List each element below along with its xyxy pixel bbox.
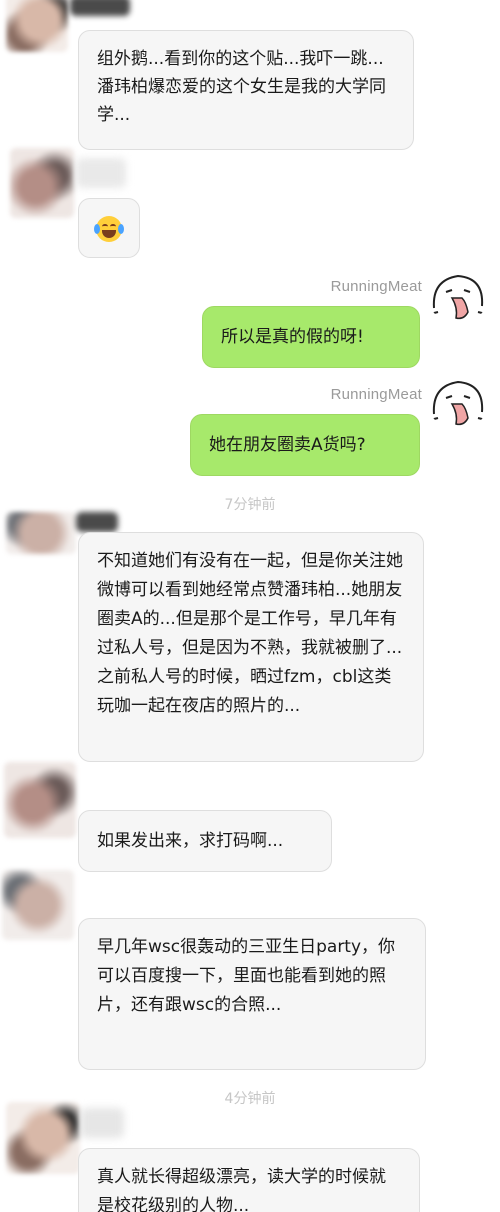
self-avatar[interactable] xyxy=(428,268,488,324)
message-text: 早几年wsc很轰动的三亚生日party，你可以百度搜一下，里面也能看到她的照片，… xyxy=(97,937,396,1015)
contact-avatar[interactable] xyxy=(10,148,74,218)
message-text: 如果发出来，求打码啊... xyxy=(97,831,284,851)
message-bubble[interactable]: 如果发出来，求打码啊... xyxy=(78,810,332,872)
chat-thread: 组外鹅...看到你的这个贴...我吓一跳...潘玮柏爆恋爱的这个女生是我的大学同… xyxy=(0,0,500,1212)
contact-avatar[interactable] xyxy=(6,0,68,52)
message-bubble[interactable]: 早几年wsc很轰动的三亚生日party，你可以百度搜一下，里面也能看到她的照片，… xyxy=(78,918,426,1070)
message-text: 真人就长得超级漂亮，读大学的时候就是校花级别的人物... xyxy=(97,1167,386,1212)
message-bubble[interactable] xyxy=(78,198,140,258)
contact-avatar-edge xyxy=(76,512,118,532)
message-text: 不知道她们有没有在一起，但是你关注她微博可以看到她经常点赞潘玮柏...她朋友圈卖… xyxy=(97,551,403,716)
contact-avatar[interactable] xyxy=(6,512,76,554)
sender-name: RunningMeat xyxy=(330,386,422,403)
contact-avatar-edge xyxy=(70,0,130,16)
message-bubble[interactable]: 真人就长得超级漂亮，读大学的时候就是校花级别的人物... xyxy=(78,1148,420,1212)
contact-avatar[interactable] xyxy=(2,870,74,940)
message-bubble-self[interactable]: 所以是真的假的呀! xyxy=(202,306,420,368)
message-bubble[interactable]: 不知道她们有没有在一起，但是你关注她微博可以看到她经常点赞潘玮柏...她朋友圈卖… xyxy=(78,532,424,762)
sketch-face-icon xyxy=(429,274,487,320)
face-with-tears-of-joy-icon xyxy=(94,216,124,242)
timestamp: 7分钟前 xyxy=(224,497,276,513)
sender-name: RunningMeat xyxy=(330,278,422,295)
sketch-face-icon xyxy=(429,380,487,426)
self-avatar[interactable] xyxy=(428,374,488,430)
contact-avatar[interactable] xyxy=(6,1102,80,1174)
message-bubble[interactable]: 组外鹅...看到你的这个贴...我吓一跳...潘玮柏爆恋爱的这个女生是我的大学同… xyxy=(78,30,414,150)
contact-avatar-edge xyxy=(76,158,126,188)
message-text: 组外鹅...看到你的这个贴...我吓一跳...潘玮柏爆恋爱的这个女生是我的大学同… xyxy=(97,49,386,125)
message-bubble-self[interactable]: 她在朋友圈卖A货吗? xyxy=(190,414,420,476)
message-text: 所以是真的假的呀! xyxy=(221,327,364,347)
message-text: 她在朋友圈卖A货吗? xyxy=(209,435,366,455)
contact-avatar[interactable] xyxy=(4,762,76,838)
contact-avatar-edge xyxy=(80,1108,124,1138)
